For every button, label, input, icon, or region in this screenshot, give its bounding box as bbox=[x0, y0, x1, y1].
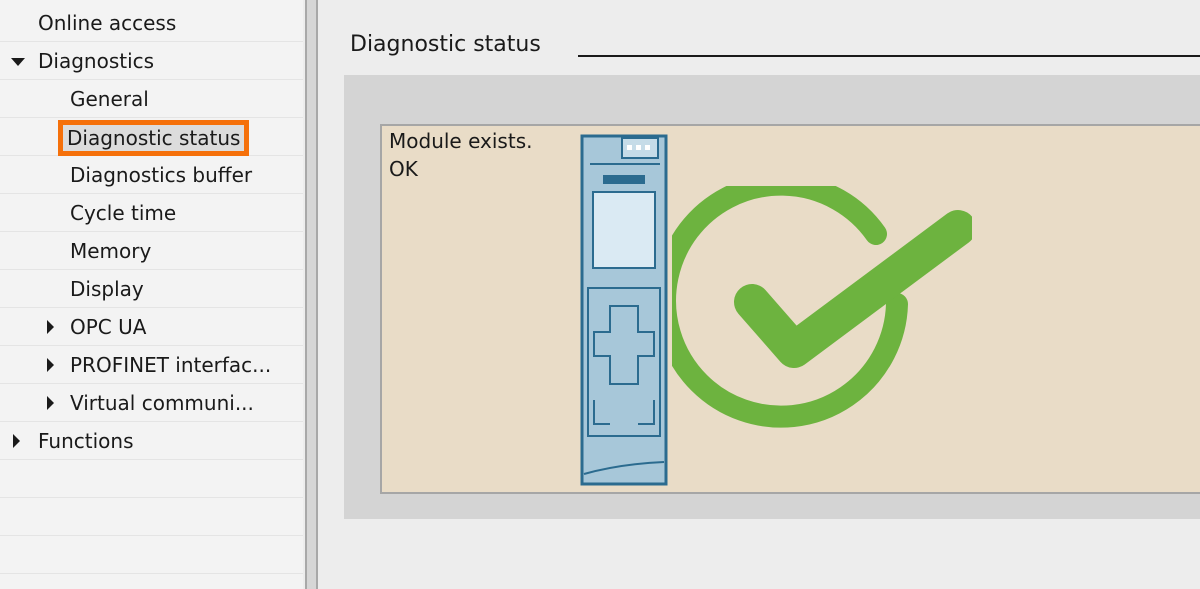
nav-item-diagnostics-buffer[interactable]: Diagnostics buffer bbox=[0, 156, 303, 194]
nav-item-profinet-interface[interactable]: PROFINET interfac... bbox=[0, 346, 303, 384]
nav-item-label: Display bbox=[70, 277, 144, 301]
nav-item-label: Memory bbox=[70, 239, 152, 263]
nav-item-display[interactable]: Display bbox=[0, 270, 303, 308]
collapsed-arrow-icon[interactable] bbox=[47, 358, 54, 372]
nav-item-label: Diagnostics buffer bbox=[70, 163, 253, 187]
splitter-handle[interactable] bbox=[307, 0, 316, 589]
nav-item-general[interactable]: General bbox=[0, 80, 303, 118]
nav-item-opc-ua[interactable]: OPC UA bbox=[0, 308, 303, 346]
nav-item-label-selected: Diagnostic status bbox=[58, 120, 250, 156]
navigation-tree: Online access Diagnostics General Diagno… bbox=[0, 0, 303, 589]
nav-item-cycle-time[interactable]: Cycle time bbox=[0, 194, 303, 232]
nav-empty-row bbox=[0, 498, 303, 536]
nav-item-label: OPC UA bbox=[70, 315, 147, 339]
panel-splitter[interactable] bbox=[303, 0, 319, 589]
nav-item-online-access[interactable]: Online access bbox=[0, 4, 303, 42]
nav-item-label: Diagnostics bbox=[38, 49, 155, 73]
collapsed-arrow-icon[interactable] bbox=[47, 396, 54, 410]
nav-item-label: PROFINET interfac... bbox=[70, 353, 272, 377]
nav-item-memory[interactable]: Memory bbox=[0, 232, 303, 270]
section-title-rule bbox=[578, 55, 1200, 57]
status-text-ok: OK bbox=[389, 157, 418, 181]
collapsed-arrow-icon[interactable] bbox=[13, 434, 20, 448]
splitter-edge bbox=[316, 0, 318, 589]
nav-empty-row bbox=[0, 460, 303, 498]
ok-checkmark-icon bbox=[672, 186, 972, 428]
status-text-module-exists: Module exists. bbox=[389, 129, 533, 153]
nav-item-virtual-communication[interactable]: Virtual communi... bbox=[0, 384, 303, 422]
expanded-arrow-icon[interactable] bbox=[11, 58, 25, 66]
nav-item-label: Online access bbox=[38, 11, 177, 35]
nav-empty-row bbox=[0, 536, 303, 574]
nav-item-label: General bbox=[70, 87, 149, 111]
nav-item-functions[interactable]: Functions bbox=[0, 422, 303, 460]
nav-item-diagnostic-status[interactable]: Diagnostic status bbox=[0, 118, 303, 156]
nav-item-label: Virtual communi... bbox=[70, 391, 254, 415]
section-title: Diagnostic status bbox=[350, 32, 541, 57]
cpu-module-icon bbox=[580, 134, 668, 486]
nav-item-label: Cycle time bbox=[70, 201, 177, 225]
collapsed-arrow-icon[interactable] bbox=[47, 320, 54, 334]
nav-item-diagnostics[interactable]: Diagnostics bbox=[0, 42, 303, 80]
nav-item-label: Functions bbox=[38, 429, 134, 453]
